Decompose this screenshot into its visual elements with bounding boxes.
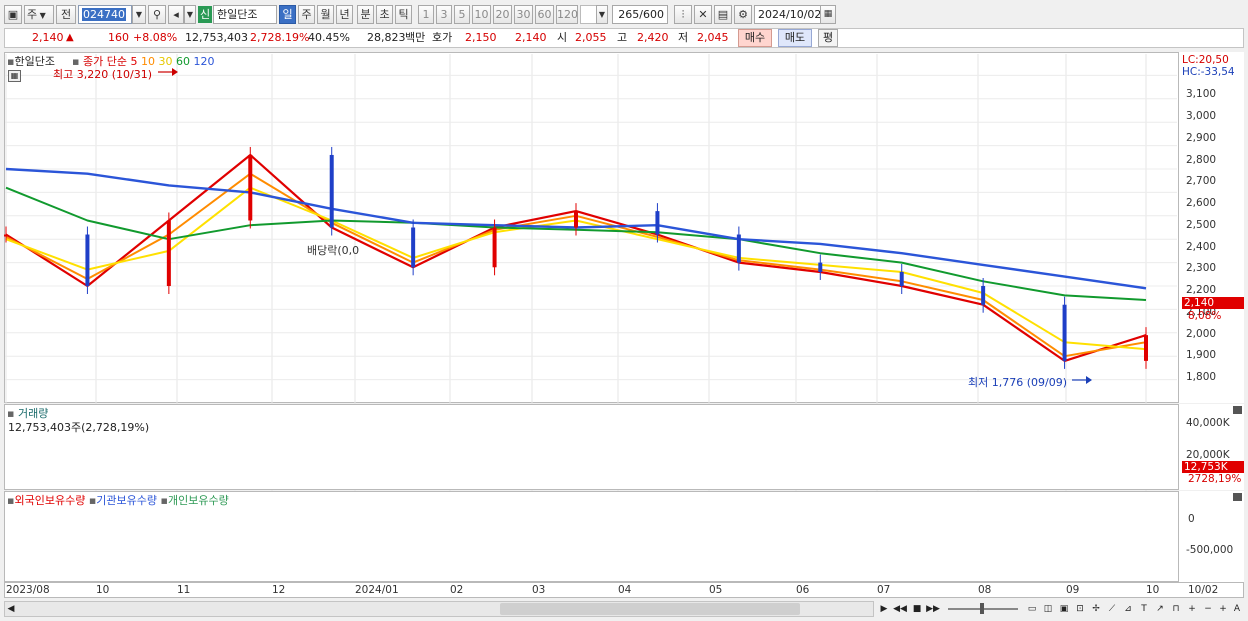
ma-period-30: 30	[158, 55, 173, 68]
holding-tick-0: 0	[1188, 513, 1195, 525]
price-tick-2500: 2,500	[1186, 219, 1217, 231]
volume-pct-tag: 2728,19%	[1188, 473, 1242, 485]
current-price-tag: 2,140	[1182, 297, 1244, 309]
lock-icon[interactable]: ⊓	[1169, 602, 1183, 617]
x-label-08: 08	[978, 584, 992, 596]
candle-body	[574, 211, 578, 228]
x-label-11: 11	[177, 584, 191, 596]
split-icon[interactable]: ◫	[1041, 602, 1055, 617]
volume-tick-40000k: 40,000K	[1186, 417, 1230, 429]
lc-label: LC:20,50	[1182, 54, 1229, 66]
price-tick-2200: 2,200	[1186, 284, 1217, 296]
stop-button[interactable]: ■	[910, 602, 924, 617]
price-tick-2900: 2,900	[1186, 132, 1217, 144]
candle-body	[248, 154, 253, 221]
legend-foreign: 외국인보유수량	[14, 494, 86, 507]
price-tick-2700: 2,700	[1186, 175, 1217, 187]
holding-legend: ▪외국인보유수량 ▪기관보유수량 ▪개인보유수량	[7, 492, 229, 508]
candle-body	[329, 154, 334, 228]
candle-body	[411, 227, 416, 268]
play-button[interactable]: ▶▶	[926, 602, 940, 617]
candle-body	[166, 220, 171, 286]
candle-body	[4, 234, 8, 237]
fit-icon[interactable]: ⊡	[1073, 602, 1087, 617]
holding-tick-neg500000: -500,000	[1186, 544, 1234, 556]
scroll-thumb[interactable]	[500, 603, 800, 615]
candle-body	[899, 271, 904, 286]
x-label-10: 10	[96, 584, 110, 596]
price-tick-3100: 3,100	[1186, 88, 1217, 100]
expand-icon[interactable]: +	[1216, 602, 1230, 617]
overlay-icon[interactable]: ▣	[1057, 602, 1071, 617]
maximize-panel-icon[interactable]	[1233, 406, 1242, 414]
font-size-icon[interactable]: A	[1230, 602, 1244, 617]
candle-body	[736, 234, 741, 263]
crosshair-icon[interactable]: ✢	[1089, 602, 1103, 617]
zoom-slider-handle[interactable]	[980, 603, 984, 614]
price-tick-2800: 2,800	[1186, 154, 1217, 166]
x-label-02: 02	[450, 584, 464, 596]
x-label-05: 05	[709, 584, 723, 596]
current-pct-tag: 8,08%	[1188, 310, 1222, 322]
x-label-12: 12	[272, 584, 286, 596]
holding-y-axis	[1178, 491, 1244, 582]
candle-body	[655, 211, 660, 235]
x-label-2023-08: 2023/08	[6, 584, 50, 596]
price-tick-2300: 2,300	[1186, 262, 1217, 274]
candle-body	[492, 227, 497, 268]
candle-body	[818, 262, 823, 272]
x-label-2024-01: 2024/01	[355, 584, 399, 596]
candle-body	[85, 234, 90, 286]
x-label-04: 04	[618, 584, 632, 596]
price-panel-stock-label: ▪한일단조	[7, 55, 55, 68]
candle-body	[981, 286, 986, 305]
price-tick-2000: 2,000	[1186, 328, 1217, 340]
dividend-annotation: 배당락(0,0	[307, 244, 360, 257]
x-label-03: 03	[532, 584, 546, 596]
hc-label: HC:-33,54	[1182, 66, 1235, 78]
table-toggle-icon[interactable]: ▦	[8, 70, 21, 82]
trend-line-icon[interactable]: ⟋	[1105, 602, 1119, 617]
rewind-button[interactable]: ◀◀	[893, 602, 907, 617]
high-annotation: 최고 3,220 (10/31)	[53, 68, 153, 81]
price-tick-2600: 2,600	[1186, 197, 1217, 209]
bullet-icon: ▪	[160, 494, 168, 507]
legend-institution: 기관보유수량	[96, 494, 158, 507]
price-tick-2400: 2,400	[1186, 241, 1217, 253]
x-axis-right-date: 10/02	[1188, 584, 1219, 596]
candle-body	[1062, 304, 1067, 361]
zoom-in-icon[interactable]: +	[1185, 602, 1199, 617]
scroll-left-button[interactable]: ◀	[4, 602, 18, 617]
x-label-06: 06	[796, 584, 810, 596]
arrow-tool-icon[interactable]: ↗	[1153, 602, 1167, 617]
candle-body	[1144, 335, 1148, 361]
volume-tick-20000k: 20,000K	[1186, 449, 1230, 461]
price-tick-3000: 3,000	[1186, 110, 1217, 122]
x-label-07: 07	[877, 584, 891, 596]
volume-subtitle: 12,753,403주(2,728,19%)	[8, 421, 150, 434]
zoom-out-icon[interactable]: −	[1201, 602, 1215, 617]
scroll-right-button[interactable]: ▶	[877, 602, 891, 617]
legend-individual: 개인보유수량	[167, 494, 229, 507]
low-annotation: 최저 1,776 (09/09)	[968, 376, 1068, 389]
x-label-10-end: 10	[1146, 584, 1160, 596]
volume-current-tag: 12,753K	[1182, 461, 1244, 473]
text-tool-icon[interactable]: T	[1137, 602, 1151, 617]
maximize-panel-icon[interactable]	[1233, 493, 1242, 501]
layout-icon[interactable]: ▭	[1025, 602, 1039, 617]
low-arrow-head-icon	[1086, 376, 1092, 384]
measure-icon[interactable]: ⊿	[1121, 602, 1135, 617]
price-tick-1800: 1,800	[1186, 371, 1217, 383]
volume-panel[interactable]	[4, 404, 1244, 490]
ma-period-120: 120	[193, 55, 215, 68]
ma-period-60: 60	[175, 55, 190, 68]
x-label-09: 09	[1066, 584, 1080, 596]
price-tick-1900: 1,900	[1186, 349, 1217, 361]
